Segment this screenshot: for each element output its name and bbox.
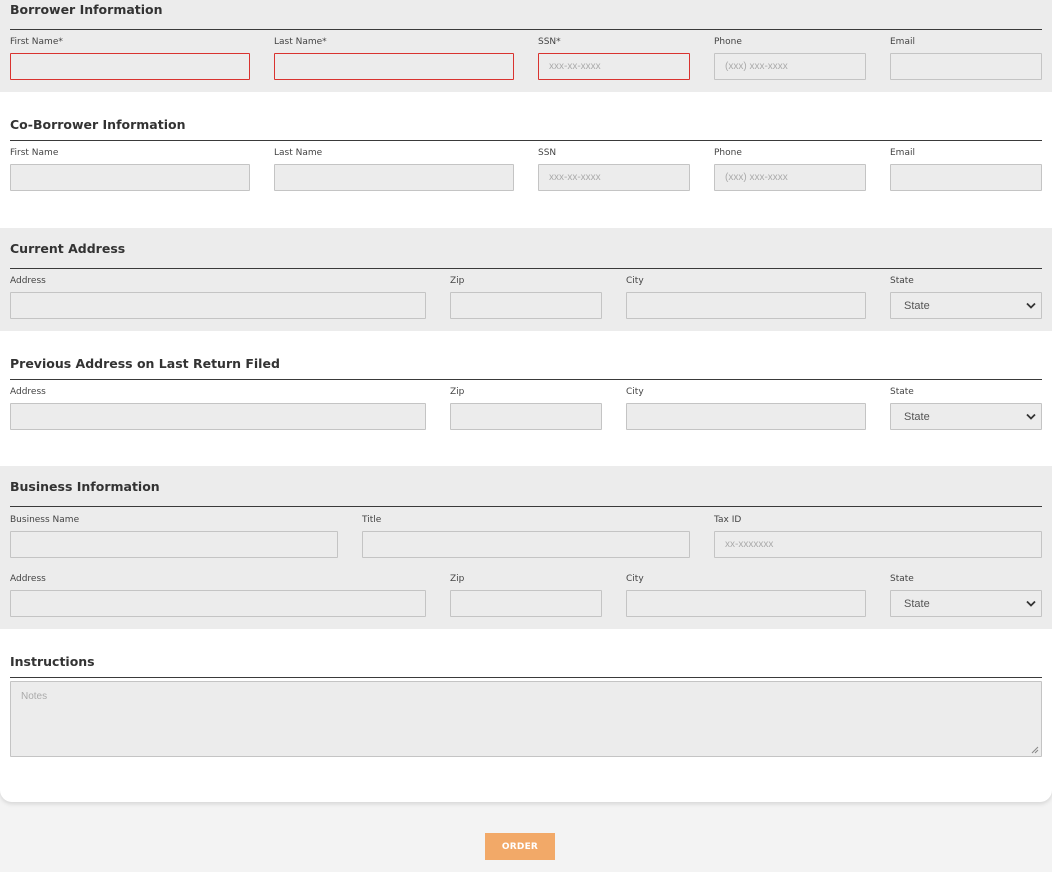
resize-handle-icon[interactable]	[1031, 746, 1039, 754]
previous-city-input[interactable]	[626, 403, 866, 430]
divider	[10, 140, 1042, 141]
business-name-input[interactable]	[10, 531, 338, 558]
business-title-label: Title	[362, 515, 382, 525]
co-borrower-email-input[interactable]	[890, 164, 1042, 191]
business-address-input[interactable]	[10, 590, 426, 617]
current-zip-label: Zip	[450, 276, 465, 286]
notes-textarea[interactable]: Notes	[10, 681, 1042, 757]
borrower-first-name-input[interactable]	[10, 53, 250, 80]
previous-state-select[interactable]: State	[890, 403, 1042, 430]
business-tax-id-label: Tax ID	[714, 515, 742, 525]
borrower-ssn-label: SSN*	[538, 37, 561, 47]
previous-address-section-title: Previous Address on Last Return Filed	[10, 356, 280, 371]
current-state-value: State	[904, 300, 930, 312]
business-address-label: Address	[10, 574, 46, 584]
business-name-label: Business Name	[10, 515, 80, 525]
borrower-phone-label: Phone	[714, 37, 742, 47]
divider	[10, 677, 1042, 678]
chevron-down-icon	[1026, 413, 1036, 420]
borrower-phone-input[interactable]	[714, 53, 866, 80]
borrower-ssn-input[interactable]	[538, 53, 690, 80]
borrower-last-name-input[interactable]	[274, 53, 514, 80]
business-state-select[interactable]: State	[890, 590, 1042, 617]
current-address-section-title: Current Address	[10, 241, 126, 256]
co-borrower-phone-input[interactable]	[714, 164, 866, 191]
co-borrower-ssn-input[interactable]	[538, 164, 690, 191]
previous-zip-label: Zip	[450, 387, 465, 397]
borrower-email-input[interactable]	[890, 53, 1042, 80]
business-city-label: City	[626, 574, 644, 584]
co-borrower-first-name-input[interactable]	[10, 164, 250, 191]
previous-address-input[interactable]	[10, 403, 426, 430]
co-borrower-phone-label: Phone	[714, 148, 742, 158]
business-tax-id-input[interactable]	[714, 531, 1042, 558]
business-zip-input[interactable]	[450, 590, 602, 617]
current-address-label: Address	[10, 276, 46, 286]
divider	[10, 379, 1042, 380]
divider	[10, 268, 1042, 269]
business-title-input[interactable]	[362, 531, 690, 558]
borrower-email-label: Email	[890, 37, 915, 47]
order-form-card: Borrower Information First Name* Last Na…	[0, 0, 1052, 802]
borrower-first-name-label: First Name*	[10, 37, 63, 47]
business-state-value: State	[904, 598, 930, 610]
current-state-select[interactable]: State	[890, 292, 1042, 319]
current-city-label: City	[626, 276, 644, 286]
co-borrower-section-title: Co-Borrower Information	[10, 117, 186, 132]
previous-state-label: State	[890, 387, 914, 397]
instructions-section-title: Instructions	[10, 654, 95, 669]
previous-address-label: Address	[10, 387, 46, 397]
business-state-label: State	[890, 574, 914, 584]
co-borrower-first-name-label: First Name	[10, 148, 59, 158]
previous-state-value: State	[904, 411, 930, 423]
business-zip-label: Zip	[450, 574, 465, 584]
co-borrower-email-label: Email	[890, 148, 915, 158]
current-zip-input[interactable]	[450, 292, 602, 319]
previous-city-label: City	[626, 387, 644, 397]
previous-zip-input[interactable]	[450, 403, 602, 430]
current-city-input[interactable]	[626, 292, 866, 319]
notes-placeholder: Notes	[21, 691, 48, 702]
divider	[10, 506, 1042, 507]
business-city-input[interactable]	[626, 590, 866, 617]
chevron-down-icon	[1026, 600, 1036, 607]
current-address-input[interactable]	[10, 292, 426, 319]
co-borrower-last-name-input[interactable]	[274, 164, 514, 191]
borrower-section-title: Borrower Information	[10, 2, 163, 17]
current-state-label: State	[890, 276, 914, 286]
business-section-title: Business Information	[10, 479, 160, 494]
co-borrower-ssn-label: SSN	[538, 148, 557, 158]
co-borrower-last-name-label: Last Name	[274, 148, 323, 158]
chevron-down-icon	[1026, 302, 1036, 309]
borrower-last-name-label: Last Name*	[274, 37, 327, 47]
divider	[10, 29, 1042, 30]
order-button[interactable]: ORDER	[485, 833, 555, 860]
